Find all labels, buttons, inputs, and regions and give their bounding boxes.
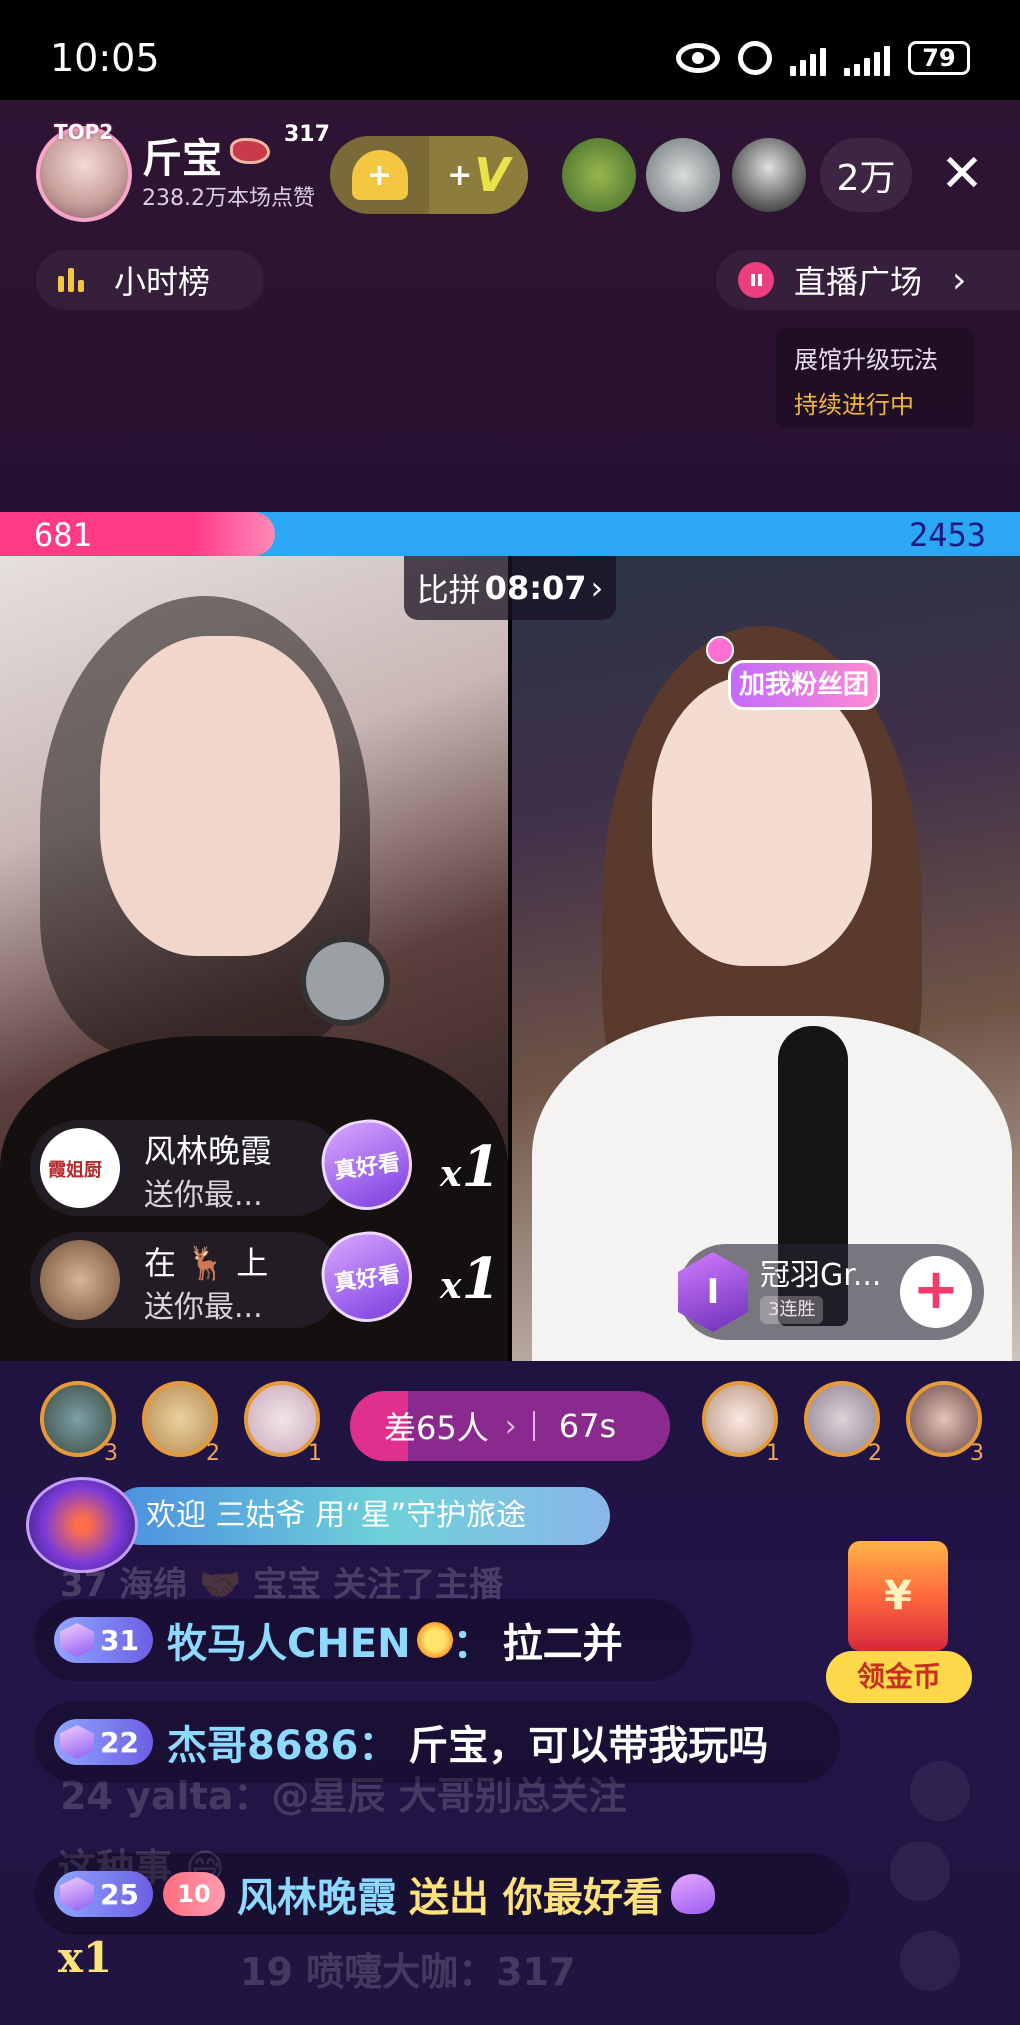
pk-timer-label: 比拼 — [416, 571, 481, 609]
alarm-icon — [738, 41, 772, 75]
chevron-right-icon: › — [590, 569, 604, 607]
chevron-right-icon: › — [504, 1408, 517, 1444]
supporter-rank: 2 — [868, 1441, 882, 1466]
gifter-name: 在 🦌 上 — [144, 1244, 269, 1282]
rank-shield-icon: I — [678, 1252, 748, 1332]
fan-level-badge: 10 — [162, 1872, 225, 1916]
chat-username: 风林晚霞 — [236, 1875, 397, 1921]
viewer-avatar[interactable] — [732, 138, 806, 212]
live-icon — [738, 262, 774, 298]
video-divider — [508, 556, 512, 1361]
treasure-chest-icon: ¥ — [848, 1541, 948, 1651]
opponent-card[interactable]: I 冠羽Gr... 3连胜 + — [678, 1244, 984, 1340]
battery-icon: 79 — [908, 41, 970, 75]
viewer-avatar[interactable] — [562, 138, 636, 212]
viewer-avatar[interactable] — [646, 138, 720, 212]
gifter-name: 风林晚霞 — [144, 1132, 273, 1170]
supporter-rank: 2 — [206, 1441, 220, 1466]
chat-username: 杰哥8686 — [166, 1723, 359, 1769]
exhibit-upgrade-card[interactable]: 展馆升级玩法 持续进行中 — [776, 328, 974, 428]
chevron-right-icon: › — [952, 259, 967, 301]
gift-count: x1 — [440, 1246, 501, 1312]
microphone-icon — [300, 936, 390, 1026]
chat-message[interactable]: 22 杰哥8686 ： 斤宝，可以带我玩吗 — [34, 1701, 840, 1783]
supporter-rank: 1 — [766, 1441, 780, 1466]
disco-ball-icon — [706, 636, 734, 664]
pk-status-pill[interactable]: 差65人 › 67s — [350, 1391, 670, 1461]
follow-opponent-button[interactable]: + — [900, 1256, 972, 1328]
hour-rank-button[interactable]: 小时榜 — [36, 250, 264, 310]
host-rank-badge: TOP2 — [54, 120, 114, 144]
collect-coins-button[interactable]: ¥ 领金币 — [826, 1541, 972, 1711]
pk-countdown: 67s — [558, 1407, 617, 1445]
vip-icon[interactable]: + V — [429, 136, 528, 214]
chat-text: 拉二并 — [502, 1621, 623, 1667]
heart-gift-icon: 真好看 — [316, 1114, 418, 1216]
signal-icon — [790, 40, 826, 76]
supporter-rank: 1 — [308, 1441, 322, 1466]
live-square-label: 直播广场 — [794, 263, 923, 301]
host-likes: 238.2万本场点赞 — [142, 186, 315, 211]
gift-count: x1 — [440, 1134, 501, 1200]
host-badge-number: 317 — [284, 122, 330, 147]
pk-right-score: 2453 — [908, 516, 986, 554]
welcome-text: 欢迎 三姑爷 用“星”守护旅途 — [112, 1487, 610, 1545]
gifter-avatar[interactable]: 霞姐厨 — [40, 1128, 120, 1208]
user-level-badge: 31 — [54, 1617, 153, 1663]
pk-video-area[interactable]: 比拼 08:07 › 加我粉丝团 霞姐厨 风林晚霞 送你最... 真好看 x1 … — [0, 556, 1020, 1361]
gifter-avatar[interactable] — [40, 1240, 120, 1320]
chat-area: 3 2 1 差65人 › 67s 1 2 3 欢迎 三姑爷 用“星”守护旅途 3… — [0, 1361, 1020, 2025]
live-header: TOP2 斤宝 317 238.2万本场点赞 + + V 2万 ✕ 小时榜 直播广… — [0, 100, 1020, 512]
signal-icon — [844, 40, 890, 76]
host-name: 斤宝 — [142, 136, 222, 182]
pk-score-bar: 681 2453 — [0, 512, 1020, 556]
gift-action-text: 送出 你最好看 — [408, 1875, 663, 1921]
pk-left-score: 681 — [34, 516, 92, 554]
rank-bars-icon — [58, 268, 84, 292]
host-card[interactable]: TOP2 斤宝 317 238.2万本场点赞 — [28, 120, 334, 222]
chat-text: 斤宝，可以带我玩吗 — [408, 1723, 769, 1769]
supporter-rank: 3 — [104, 1441, 118, 1466]
status-bar: 10:05 79 — [0, 0, 1020, 100]
collect-coins-label: 领金币 — [826, 1651, 972, 1703]
heart-plus-icon[interactable]: + — [330, 136, 429, 214]
user-level-badge: 25 — [54, 1871, 153, 1917]
reaction-icon[interactable] — [910, 1761, 970, 1821]
live-square-button[interactable]: 直播广场 › — [716, 250, 1020, 310]
hour-rank-label: 小时榜 — [114, 263, 211, 301]
win-streak-badge: 3连胜 — [760, 1296, 824, 1324]
heart-gift-icon — [670, 1874, 715, 1914]
pk-gap-label: 差65人 — [384, 1409, 489, 1447]
status-time: 10:05 — [50, 36, 160, 80]
steak-icon — [230, 138, 270, 164]
user-level-badge: 22 — [54, 1719, 153, 1765]
opponent-name: 冠羽Gr... — [760, 1258, 882, 1293]
chat-username: 牧马人CHEN — [166, 1621, 411, 1667]
gift-description: 送你最... — [144, 1290, 263, 1325]
thumbs-up-icon[interactable] — [890, 1841, 950, 1901]
exhibit-status: 持续进行中 — [794, 391, 914, 419]
close-button[interactable]: ✕ — [934, 146, 990, 202]
gift-description: 送你最... — [144, 1178, 263, 1213]
join-fan-club-button[interactable]: 加我粉丝团 — [728, 660, 880, 710]
viewer-count[interactable]: 2万 — [820, 138, 912, 212]
chat-message-faded: 19 喷嚏大咖：317 — [240, 1950, 576, 1994]
eye-icon — [676, 43, 720, 73]
gift-notification: 霞姐厨 风林晚霞 送你最... 真好看 x1 — [30, 1114, 501, 1216]
status-icons: 79 — [676, 36, 970, 80]
pk-timer[interactable]: 比拼 08:07 › — [404, 556, 616, 620]
heart-gift-icon: 真好看 — [316, 1226, 418, 1328]
gift-multiplier: x1 — [58, 1933, 113, 1982]
follow-vip-button[interactable]: + + V — [330, 136, 528, 214]
gift-notification: 在 🦌 上 送你最... 真好看 x1 — [30, 1226, 501, 1328]
pk-timer-value: 08:07 — [484, 569, 587, 607]
supporter-rank: 3 — [970, 1441, 984, 1466]
chat-message[interactable]: 31 牧马人CHEN ： 拉二并 — [34, 1599, 692, 1681]
sun-icon — [416, 1622, 453, 1658]
lightning-icon[interactable] — [900, 1931, 960, 1991]
exhibit-title: 展馆升级玩法 — [794, 346, 938, 374]
welcome-banner: 欢迎 三姑爷 用“星”守护旅途 — [26, 1477, 616, 1573]
chat-gift-message[interactable]: 25 10 风林晚霞 送出 你最好看 — [34, 1853, 850, 1935]
